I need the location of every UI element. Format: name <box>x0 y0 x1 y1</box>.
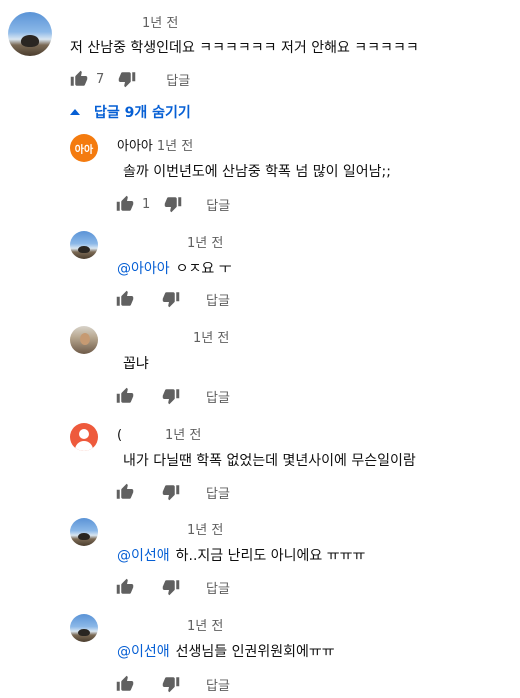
like-count: 1 <box>142 196 151 212</box>
avatar[interactable] <box>70 614 98 642</box>
comment-header: 1년 전 <box>117 232 223 251</box>
reply-text: ㅇㅈ요 ㅜ <box>175 261 232 277</box>
reply-button[interactable]: 답글 <box>206 675 230 694</box>
comment-time[interactable]: 1년 전 <box>165 428 201 443</box>
comment-actions: 7 답글 <box>70 69 190 89</box>
comment-text: @아아아 ㅇㅈ요 ㅜ <box>117 258 232 278</box>
comment-header: 1년 전 <box>117 327 229 346</box>
comment-actions: 답글 <box>116 674 230 694</box>
comment-header: 1년 전 <box>117 615 223 634</box>
comment-time[interactable]: 1년 전 <box>187 523 223 538</box>
thumb-up-icon[interactable] <box>116 483 134 501</box>
thumb-down-icon[interactable] <box>118 70 136 88</box>
mention-link[interactable]: @아아아 <box>117 261 170 277</box>
thumb-up-icon[interactable] <box>116 387 134 405</box>
avatar[interactable] <box>70 326 98 354</box>
mention-link[interactable]: @이선애 <box>117 644 170 660</box>
avatar[interactable] <box>8 12 52 56</box>
comment-actions: 답글 <box>116 577 230 597</box>
reply-text: 솔까 이번년도에 산남중 학폭 넘 많이 일어남;; <box>123 164 391 180</box>
hide-replies-label: 답글 9개 숨기기 <box>94 105 191 121</box>
thumb-down-icon[interactable] <box>162 387 180 405</box>
comment-actions: 답글 <box>116 386 230 406</box>
thumb-down-icon[interactable] <box>162 578 180 596</box>
thumb-down-icon[interactable] <box>162 290 180 308</box>
like-count: 7 <box>96 71 105 87</box>
comment-time[interactable]: 1년 전 <box>193 331 229 346</box>
author-name[interactable]: 아아아 <box>117 139 153 154</box>
avatar[interactable] <box>70 231 98 259</box>
avatar[interactable] <box>70 518 98 546</box>
thumb-up-icon[interactable] <box>116 290 134 308</box>
caret-up-icon <box>70 109 80 115</box>
comment-header: (1년 전 <box>117 424 201 443</box>
mention-link[interactable]: @이선애 <box>117 548 170 564</box>
comment-header: 아아아 1년 전 <box>117 135 193 154</box>
reply-text: 꼽냐 <box>123 356 149 372</box>
thumb-up-icon[interactable] <box>116 578 134 596</box>
comment-actions: 1 답글 <box>116 194 230 214</box>
comment-actions: 답글 <box>116 289 230 309</box>
reply-text: 선생님들 인권위원회에ㅠㅠ <box>175 644 335 660</box>
avatar-text: 아아 <box>74 144 94 156</box>
comment-time[interactable]: 1년 전 <box>157 139 193 154</box>
reply-text: 하..지금 난리도 아니에요 ㅠㅠㅠ <box>175 548 366 564</box>
reply-button[interactable]: 답글 <box>206 290 230 309</box>
avatar[interactable] <box>70 423 98 451</box>
comment-time[interactable]: 1년 전 <box>187 236 223 251</box>
reply-button[interactable]: 답글 <box>206 578 230 597</box>
reply-button[interactable]: 답글 <box>166 70 190 89</box>
reply-button[interactable]: 답글 <box>206 387 230 406</box>
thumb-up-icon[interactable] <box>116 675 134 693</box>
avatar[interactable]: 아아 <box>70 134 98 162</box>
thumb-down-icon[interactable] <box>162 675 180 693</box>
comment-header: 1년 전 <box>70 12 178 31</box>
reply-text: 내가 다닐땐 학폭 없었는데 몇년사이에 무슨일이람 <box>123 453 416 469</box>
comment-actions: 답글 <box>116 482 230 502</box>
comment-text: 저 산남중 학생인데요 ㅋㅋㅋㅋㅋㅋ 저거 안해요 ㅋㅋㅋㅋㅋ <box>70 40 419 56</box>
comment-text: 내가 다닐땐 학폭 없었는데 몇년사이에 무슨일이람 <box>117 450 416 470</box>
thumb-down-icon[interactable] <box>162 483 180 501</box>
comment-text: @이선애 하..지금 난리도 아니에요 ㅠㅠㅠ <box>117 545 365 565</box>
thumb-down-icon[interactable] <box>164 195 182 213</box>
reply-button[interactable]: 답글 <box>206 483 230 502</box>
thumb-up-icon[interactable] <box>116 195 134 213</box>
comment-text: 꼽냐 <box>117 353 149 373</box>
reply-button[interactable]: 답글 <box>206 195 230 214</box>
comment-text: @이선애 선생님들 인권위원회에ㅠㅠ <box>117 641 335 661</box>
comment-time[interactable]: 1년 전 <box>187 619 223 634</box>
comment-text: 솔까 이번년도에 산남중 학폭 넘 많이 일어남;; <box>117 161 391 181</box>
comment-header: 1년 전 <box>117 519 223 538</box>
thumb-up-icon[interactable] <box>70 70 88 88</box>
hide-replies-button[interactable]: 답글 9개 숨기기 <box>70 102 191 122</box>
author-name[interactable]: ( <box>117 428 161 443</box>
comment-time[interactable]: 1년 전 <box>142 16 178 31</box>
